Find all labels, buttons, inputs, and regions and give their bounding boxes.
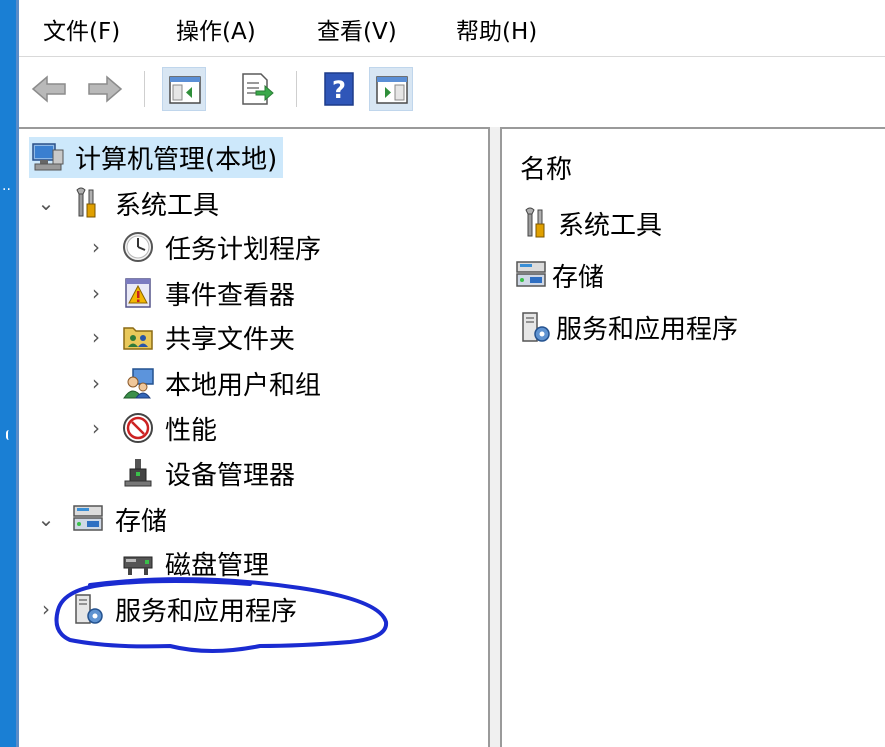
tree-label: 本地用户和组: [165, 370, 322, 401]
back-button[interactable]: [27, 67, 71, 111]
toolbar-separator: [296, 71, 297, 107]
chevron-down-icon[interactable]: ⌄: [35, 191, 57, 215]
computer-management-icon: [31, 140, 65, 174]
menu-view[interactable]: 查看(V): [317, 12, 397, 46]
help-button[interactable]: ?: [317, 67, 361, 111]
tree-item-task-scheduler[interactable]: › 任务计划程序: [85, 227, 321, 267]
tree-item-performance[interactable]: › 性能: [85, 408, 217, 448]
tree-label: 计算机管理(本地): [75, 144, 278, 175]
annotation-circle: [54, 577, 389, 653]
system-tools-icon: [71, 186, 105, 220]
svg-text:?: ?: [332, 76, 346, 104]
tree-item-local-users-groups[interactable]: › 本地用户和组: [85, 363, 321, 403]
desktop-icon-dots: ··: [2, 182, 11, 198]
tree-label: 性能: [165, 415, 218, 446]
tree-item-storage[interactable]: ⌄ 存储: [35, 499, 167, 539]
export-list-button[interactable]: [234, 67, 278, 111]
performance-icon: [121, 411, 155, 445]
tree-label: 设备管理器: [165, 460, 296, 491]
back-icon: [31, 75, 66, 103]
menu-bar: 文件(F) 操作(A) 查看(V) 帮助(H): [19, 0, 885, 57]
chevron-right-icon[interactable]: ›: [85, 371, 107, 395]
chevron-right-icon[interactable]: ›: [85, 416, 107, 440]
show-hide-console-tree-icon: [169, 76, 201, 104]
tree-label: 任务计划程序: [165, 234, 322, 265]
device-manager-icon: [121, 456, 155, 490]
export-list-icon: [242, 73, 274, 105]
chevron-down-icon[interactable]: ⌄: [35, 507, 57, 531]
tree-label: 事件查看器: [165, 280, 296, 311]
pane-splitter[interactable]: [490, 127, 500, 747]
toolbar: ?: [19, 57, 885, 125]
details-pane: 名称 系统工具 存储 服务和应用程序: [500, 127, 885, 747]
chevron-right-icon[interactable]: ›: [85, 325, 107, 349]
menu-help[interactable]: 帮助(H): [456, 12, 537, 46]
show-hide-action-pane-button[interactable]: [369, 67, 413, 111]
list-item-label: 系统工具: [558, 210, 663, 241]
users-icon: [121, 366, 155, 400]
chevron-right-icon[interactable]: ›: [85, 235, 107, 259]
list-item-storage[interactable]: 存储: [514, 253, 604, 297]
tree-item-system-tools[interactable]: ⌄ 系统工具: [35, 183, 219, 223]
forward-icon: [88, 75, 123, 103]
tree-item-device-manager[interactable]: 设备管理器: [121, 453, 295, 493]
tree-label: 存储: [115, 506, 168, 537]
tree-label: 共享文件夹: [165, 324, 296, 355]
tree-item-shared-folders[interactable]: › 共享文件夹: [85, 317, 295, 357]
menu-file[interactable]: 文件(F): [43, 12, 120, 46]
column-header-name[interactable]: 名称: [520, 149, 572, 186]
tree-item-computer-management[interactable]: 计算机管理(本地): [29, 136, 284, 178]
help-icon: ?: [324, 72, 354, 106]
desktop-edge: ··: [0, 0, 16, 747]
toolbar-separator: [144, 71, 145, 107]
chevron-right-icon[interactable]: ›: [85, 281, 107, 305]
tree-item-event-viewer[interactable]: › 事件查看器: [85, 273, 295, 313]
storage-icon: [514, 258, 548, 292]
clock-icon: [121, 230, 155, 264]
list-item-label: 服务和应用程序: [556, 314, 739, 345]
desktop-glyph: [6, 430, 12, 440]
storage-icon: [71, 502, 105, 536]
list-item-services-applications[interactable]: 服务和应用程序: [518, 305, 738, 349]
tree-label: 系统工具: [115, 190, 220, 221]
shared-folder-icon: [121, 320, 155, 354]
show-hide-action-pane-icon: [376, 76, 408, 104]
show-hide-console-tree-button[interactable]: [162, 67, 206, 111]
system-tools-icon: [520, 206, 554, 240]
list-item-system-tools[interactable]: 系统工具: [520, 201, 662, 245]
services-icon: [518, 310, 552, 344]
forward-button[interactable]: [83, 67, 127, 111]
menu-action[interactable]: 操作(A): [176, 12, 256, 46]
event-viewer-icon: [121, 276, 155, 310]
list-item-label: 存储: [552, 262, 605, 293]
